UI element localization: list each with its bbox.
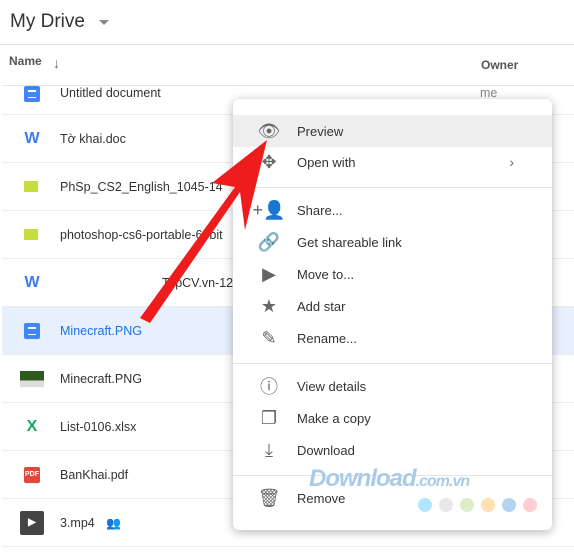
watermark: Download.com.vn (309, 465, 470, 492)
trash-icon: 🗑 (257, 487, 281, 508)
menu-item-get-link[interactable]: 🔗 Get shareable link (233, 226, 552, 258)
watermark-dot (481, 498, 495, 512)
menu-item-open-with[interactable]: ✥ Open with › (233, 146, 552, 178)
doc-icon (24, 322, 40, 339)
video-thumbnail: ▶ (20, 510, 44, 535)
info-icon: ⓘ (260, 377, 278, 397)
excel-icon: X (26, 417, 38, 435)
shared-icon: 👥 (106, 515, 121, 530)
pencil-icon: ✎ (261, 327, 277, 348)
watermark-dot (439, 498, 453, 512)
sort-arrow-down-icon[interactable]: ↓ (53, 55, 60, 71)
divider (233, 363, 552, 364)
eye-icon: 👁 (257, 120, 281, 141)
pdf-icon: PDF (24, 466, 40, 483)
archive-icon (24, 181, 38, 192)
menu-item-view-details[interactable]: ⓘ View details (233, 370, 552, 402)
menu-item-download[interactable]: ⤓ Download (233, 434, 552, 466)
word-icon: W (24, 129, 40, 147)
chevron-right-icon: › (509, 154, 514, 170)
divider (0, 44, 574, 45)
menu-item-add-star[interactable]: ★ Add star (233, 290, 552, 322)
menu-item-make-copy[interactable]: ❐ Make a copy (233, 402, 552, 434)
menu-item-share[interactable]: +👤 Share... (233, 194, 552, 226)
watermark-dot (502, 498, 516, 512)
watermark-dot (460, 498, 474, 512)
doc-icon (24, 86, 40, 102)
page-title[interactable]: My Drive (10, 8, 109, 36)
divider (233, 187, 552, 188)
image-thumbnail (20, 370, 44, 387)
menu-item-move[interactable]: ▶ Move to... (233, 258, 552, 290)
menu-item-preview[interactable]: 👁 Preview (233, 115, 552, 147)
word-icon: W (24, 273, 40, 291)
watermark-dots (418, 498, 537, 512)
dropdown-caret-icon[interactable] (98, 19, 109, 25)
folder-move-icon: ▶ (262, 263, 276, 284)
download-icon: ⤓ (265, 439, 273, 460)
menu-item-rename[interactable]: ✎ Rename... (233, 322, 552, 354)
star-icon: ★ (260, 295, 278, 316)
move-arrows-icon: ✥ (261, 151, 277, 172)
archive-icon (24, 229, 38, 240)
link-icon: 🔗 (257, 231, 281, 252)
watermark-dot (523, 498, 537, 512)
column-header-owner[interactable]: Owner (481, 58, 518, 72)
add-person-icon: +👤 (252, 199, 286, 220)
copy-icon: ❐ (260, 407, 278, 428)
column-header-name[interactable]: Name (9, 54, 42, 68)
watermark-dot (418, 498, 432, 512)
